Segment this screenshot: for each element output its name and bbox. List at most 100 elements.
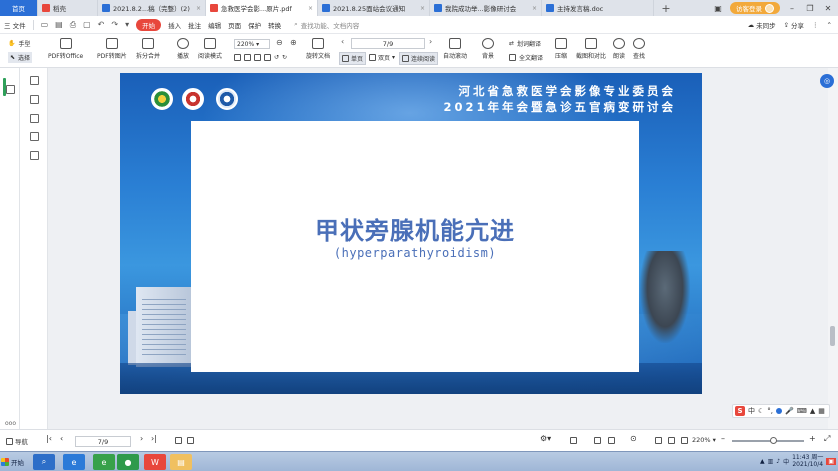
zoom-out-icon[interactable]: – <box>721 434 725 443</box>
more-icon[interactable]: ⋮ <box>812 21 819 29</box>
new-tab-button[interactable]: + <box>654 0 678 16</box>
mic-icon[interactable]: 🎤 <box>785 407 794 415</box>
wechat-icon[interactable]: ● <box>117 454 139 470</box>
volume-icon[interactable]: ♪ <box>776 458 780 465</box>
page-view-icon[interactable] <box>187 437 194 444</box>
screenshot-compare-button[interactable]: 截图和对比 <box>576 38 606 60</box>
zoom-slider[interactable] <box>732 437 804 444</box>
moon-icon[interactable]: ☾ <box>758 407 764 415</box>
fit-width-icon[interactable] <box>668 437 675 444</box>
rotate-right-icon[interactable]: ↻ <box>282 54 287 61</box>
split-merge-button[interactable]: 拆分合并 <box>136 38 160 60</box>
tab-docer[interactable]: 稻壳 <box>38 0 98 16</box>
menu-edit[interactable]: 编辑 <box>208 20 221 30</box>
pdf-to-image-button[interactable]: PDF转图片 <box>97 38 127 60</box>
ime-mode-label[interactable]: 中 <box>748 406 755 416</box>
network-icon[interactable]: ▥ <box>768 458 774 465</box>
single-page-button[interactable]: 单页 <box>339 52 367 65</box>
skin-icon[interactable]: ▲ <box>810 407 815 415</box>
close-icon[interactable]: × <box>193 5 201 12</box>
folder-icon[interactable]: ▭ <box>41 20 49 29</box>
close-icon[interactable]: × <box>305 5 313 12</box>
auto-scroll-button[interactable]: 自动滚动 <box>443 38 467 60</box>
fit-icon[interactable] <box>655 437 662 444</box>
stamp-icon[interactable] <box>30 151 39 160</box>
fit-height-icon[interactable] <box>264 54 271 61</box>
next-page-icon[interactable]: › <box>140 434 143 443</box>
save-icon[interactable]: ▤ <box>55 20 63 29</box>
wps-icon[interactable]: W <box>144 454 166 470</box>
folder-icon[interactable]: ▤ <box>170 454 192 470</box>
close-icon[interactable]: × <box>529 5 537 12</box>
tab-start[interactable]: 开始 <box>136 18 162 31</box>
browser-icon[interactable]: e <box>93 454 115 470</box>
comment-icon[interactable] <box>30 114 39 123</box>
single-view-icon[interactable] <box>570 437 577 444</box>
pdf-to-office-button[interactable]: PDF转Office <box>48 38 83 60</box>
double-page-button[interactable]: 双页 ▾ <box>367 52 397 63</box>
prev-page-icon[interactable]: ‹ <box>341 37 344 46</box>
thumbnail-icon[interactable] <box>6 85 15 94</box>
tray-arrow-icon[interactable]: ▲ <box>760 458 765 465</box>
restore-icon[interactable]: ❐ <box>804 4 816 13</box>
background-button[interactable]: 背景 <box>482 38 494 60</box>
vertical-scrollbar[interactable]: ◎ <box>820 68 838 429</box>
emoji-icon[interactable] <box>776 408 783 414</box>
find-button[interactable]: 查找 <box>633 38 645 60</box>
ime-tray-icon[interactable]: 中 <box>783 457 789 466</box>
more-icon[interactable]: ooo <box>5 420 16 427</box>
play-icon[interactable]: ⊙ <box>630 434 637 443</box>
punct-icon[interactable]: °, <box>767 407 773 415</box>
rotate-left-icon[interactable]: ↺ <box>274 54 279 61</box>
search-icon[interactable]: ⌕ <box>33 454 55 470</box>
double-view-icon[interactable] <box>594 437 601 444</box>
preview-icon[interactable]: ▢ <box>83 20 91 29</box>
first-page-icon[interactable]: |‹ <box>46 434 52 443</box>
zoom-slider-knob[interactable] <box>770 437 777 444</box>
tab-document-4[interactable]: 主持发言稿.doc <box>542 0 654 16</box>
dropdown-icon[interactable]: ▾ <box>125 20 129 29</box>
tab-document-1[interactable]: 2021.8.2...稿（完整）(2) × <box>98 0 206 16</box>
last-page-icon[interactable]: ›| <box>151 434 157 443</box>
redo-icon[interactable]: ↷ <box>111 20 118 29</box>
keyboard-icon[interactable]: ⌨ <box>797 407 807 415</box>
image-icon[interactable] <box>30 95 39 104</box>
close-window-icon[interactable]: ✕ <box>822 4 834 13</box>
attachment-icon[interactable] <box>30 132 39 141</box>
zoom-in-icon[interactable]: + <box>809 434 816 443</box>
tab-pdf-active[interactable]: 急救医学会影...原片.pdf × <box>206 0 318 16</box>
bookmark-icon[interactable] <box>30 76 39 85</box>
zoom-in-icon[interactable]: ⊕ <box>290 38 297 47</box>
tab-document-2[interactable]: 2021.8.25面站会议通知 × <box>318 0 430 16</box>
hand-tool[interactable]: ✋ 手型 <box>8 39 31 48</box>
collapse-icon[interactable]: ⌃ <box>827 21 832 29</box>
fit-page-icon[interactable] <box>244 54 251 61</box>
clock[interactable]: 11:43 周一 2021/10/4 <box>792 454 823 468</box>
menu-comment[interactable]: 批注 <box>188 20 201 30</box>
fit-width-icon[interactable] <box>234 54 241 61</box>
file-menu[interactable]: 三 文件 <box>4 20 26 30</box>
menu-protect[interactable]: 保护 <box>248 20 261 30</box>
menu-insert[interactable]: 插入 <box>168 20 181 30</box>
nav-toggle[interactable]: 导航 <box>6 436 28 446</box>
read-mode-button[interactable]: 阅读模式 <box>198 38 222 60</box>
fullscreen-icon[interactable]: ⤢ <box>824 434 830 444</box>
tab-document-3[interactable]: 我院成功举...影像研讨会 × <box>430 0 542 16</box>
ime-toolbar[interactable]: S 中 ☾ °, 🎤 ⌨ ▲ ▦ <box>732 404 830 418</box>
close-icon[interactable]: × <box>417 5 425 12</box>
select-tool[interactable]: ⬉ 选择 <box>8 52 33 63</box>
add-page-icon[interactable] <box>175 437 182 444</box>
minimize-icon[interactable]: – <box>786 4 798 13</box>
status-page-field[interactable]: 7/9 <box>75 436 131 447</box>
settings-icon[interactable]: ▦ <box>818 407 825 415</box>
menu-page[interactable]: 页面 <box>228 20 241 30</box>
translate-full-button[interactable]: 全文翻译 <box>509 53 543 62</box>
compress-button[interactable]: 压缩 <box>555 38 567 60</box>
translate-select-button[interactable]: ⇄ 划词翻译 <box>509 39 541 48</box>
undo-icon[interactable]: ↶ <box>98 20 105 29</box>
actual-size-icon[interactable] <box>254 54 261 61</box>
zoom-out-icon[interactable]: ⊖ <box>276 38 283 47</box>
continuous-read-button[interactable]: 连续阅读 <box>399 52 439 65</box>
page-number-field[interactable]: 7/9 <box>351 38 425 49</box>
prev-page-icon[interactable]: ‹ <box>60 434 63 443</box>
